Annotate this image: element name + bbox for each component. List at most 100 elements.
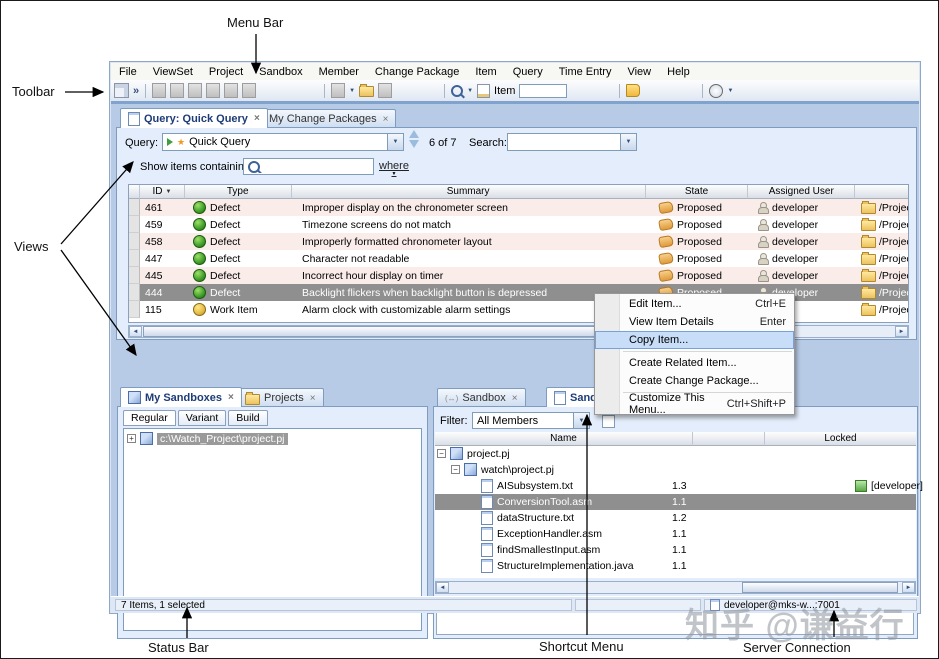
search-dropdown-icon[interactable]: ▼ [467, 88, 473, 94]
save-item-icon[interactable] [188, 83, 202, 98]
toolbar-overflow-chevron[interactable]: » [133, 85, 139, 97]
time-entry-icon[interactable] [709, 84, 723, 98]
column-assigned-user[interactable]: Assigned User [748, 185, 855, 199]
member-row-watch-project[interactable]: − watch\project.pj [435, 462, 916, 478]
row-gutter[interactable] [129, 216, 140, 233]
tab-query-quick-query[interactable]: Query: Quick Query × [120, 108, 268, 128]
menu-item-copy-item[interactable]: Copy Item... [595, 331, 794, 349]
column-locked[interactable]: Locked [765, 432, 916, 446]
collapse-icon[interactable]: − [437, 449, 446, 458]
filter-combobox-dropdown[interactable]: ▼ [573, 413, 589, 428]
menu-sandbox[interactable]: Sandbox [251, 65, 310, 79]
member-row-datastructure[interactable]: dataStructure.txt 1.2 [435, 510, 916, 526]
member-row-aisubsystem[interactable]: AISubsystem.txt 1.3 [developer] [435, 478, 916, 494]
row-gutter[interactable] [129, 267, 140, 284]
item-row-461[interactable]: 461 Defect Improper display on the chron… [129, 199, 908, 216]
open-item-icon[interactable] [170, 83, 184, 98]
member-row-project[interactable]: − project.pj [435, 446, 916, 462]
checkout-dropdown-icon[interactable]: ▼ [349, 88, 355, 94]
revert-icon[interactable] [378, 83, 392, 98]
scroll-left-icon[interactable]: ◄ [129, 326, 142, 337]
filter-checkbox[interactable] [602, 415, 615, 428]
query-combobox-dropdown[interactable]: ▼ [387, 134, 403, 150]
row-gutter[interactable] [129, 301, 140, 318]
member-row-exceptionhandler[interactable]: ExceptionHandler.asm 1.1 [435, 526, 916, 542]
tab-close-icon[interactable]: × [383, 114, 389, 125]
show-items-input[interactable] [243, 158, 374, 175]
item-row-458[interactable]: 458 Defect Improperly formatted chronome… [129, 233, 908, 250]
menu-change-package[interactable]: Change Package [367, 65, 467, 79]
row-gutter[interactable] [129, 284, 140, 301]
subtab-build[interactable]: Build [228, 410, 267, 426]
scroll-right-icon[interactable]: ► [895, 326, 908, 337]
menu-item[interactable]: Item [467, 65, 504, 79]
column-project[interactable] [855, 185, 908, 199]
cell-assigned-user: developer [750, 219, 857, 231]
column-id[interactable]: ID ▼ [140, 185, 185, 199]
cell-id: 447 [140, 253, 185, 265]
filter-combobox[interactable]: All Members ▼ [472, 412, 590, 429]
tab-projects[interactable]: Projects × [237, 388, 324, 407]
copy-item-icon[interactable] [224, 83, 238, 98]
delete-item-icon[interactable] [242, 83, 256, 98]
tab-sandbox-1[interactable]: (↔) Sandbox × [437, 388, 526, 407]
menu-item-edit-item[interactable]: Edit Item... Ctrl+E [595, 295, 794, 313]
time-entry-dropdown-icon[interactable]: ▼ [727, 88, 733, 94]
edit-query-icon[interactable] [477, 84, 490, 98]
tab-close-icon[interactable]: × [310, 393, 316, 404]
tab-close-icon[interactable]: × [228, 392, 234, 403]
tab-my-sandboxes[interactable]: My Sandboxes × [120, 387, 242, 407]
viewset-icon[interactable] [114, 83, 129, 98]
subtab-regular[interactable]: Regular [123, 410, 176, 426]
column-summary[interactable]: Summary [292, 185, 646, 199]
menu-help[interactable]: Help [659, 65, 698, 79]
checkout-icon[interactable] [331, 83, 345, 98]
scrollbar-thumb[interactable] [742, 582, 898, 593]
menu-view[interactable]: View [619, 65, 659, 79]
member-row-conversiontool-selected[interactable]: ConversionTool.asm 1.1 [435, 494, 916, 510]
menu-member[interactable]: Member [311, 65, 367, 79]
item-row-445[interactable]: 445 Defect Incorrect hour display on tim… [129, 267, 908, 284]
menu-item-create-change-package[interactable]: Create Change Package... [595, 372, 794, 390]
menu-item-customize-this-menu[interactable]: Customize This Menu... Ctrl+Shift+P [595, 395, 794, 413]
change-package-tool-icon[interactable] [626, 84, 640, 97]
checkin-folder-icon[interactable] [359, 86, 374, 97]
search-icon[interactable] [451, 85, 463, 97]
row-gutter[interactable] [129, 233, 140, 250]
scroll-right-icon[interactable]: ► [902, 582, 915, 593]
column-revision[interactable] [693, 432, 765, 446]
new-item-icon[interactable] [152, 83, 166, 98]
scroll-left-icon[interactable]: ◄ [436, 582, 449, 593]
item-row-459[interactable]: 459 Defect Timezone screens do not match… [129, 216, 908, 233]
sandbox-root-item[interactable]: + c:\Watch_Project\project.pj [127, 432, 288, 445]
menu-project[interactable]: Project [201, 65, 251, 79]
menu-viewset[interactable]: ViewSet [145, 65, 201, 79]
edit-item-icon[interactable] [206, 83, 220, 98]
column-state[interactable]: State [646, 185, 749, 199]
member-row-structureimplementation[interactable]: StructureImplementation.java 1.1 [435, 558, 916, 574]
collapse-icon[interactable]: − [451, 465, 460, 474]
member-horizontal-scrollbar[interactable]: ◄ ► [435, 581, 916, 594]
menu-item-create-related-item[interactable]: Create Related Item... [595, 354, 794, 372]
row-gutter[interactable] [129, 199, 140, 216]
member-row-findsmallestinput[interactable]: findSmallestInput.asm 1.1 [435, 542, 916, 558]
column-name[interactable]: Name [435, 432, 693, 446]
column-type[interactable]: Type [185, 185, 292, 199]
tab-close-icon[interactable]: × [512, 393, 518, 404]
menu-time-entry[interactable]: Time Entry [551, 65, 620, 79]
row-gutter[interactable] [129, 250, 140, 267]
tab-close-icon[interactable]: × [254, 113, 260, 124]
item-id-input[interactable] [519, 84, 567, 98]
resize-updown-icon[interactable] [409, 130, 419, 148]
item-row-447[interactable]: 447 Defect Character not readable Propos… [129, 250, 908, 267]
expand-icon[interactable]: + [127, 434, 136, 443]
query-combobox[interactable]: ★ Quick Query ▼ [162, 133, 404, 151]
menu-item-view-item-details[interactable]: View Item Details Enter [595, 313, 794, 331]
menu-query[interactable]: Query [505, 65, 551, 79]
search-combobox[interactable]: ▼ [507, 133, 637, 151]
menu-file[interactable]: File [111, 65, 145, 79]
subtab-variant[interactable]: Variant [178, 410, 227, 426]
search-combobox-dropdown[interactable]: ▼ [620, 134, 636, 150]
member-file-icon [481, 511, 493, 525]
where-link[interactable]: where ▼ [379, 160, 409, 176]
